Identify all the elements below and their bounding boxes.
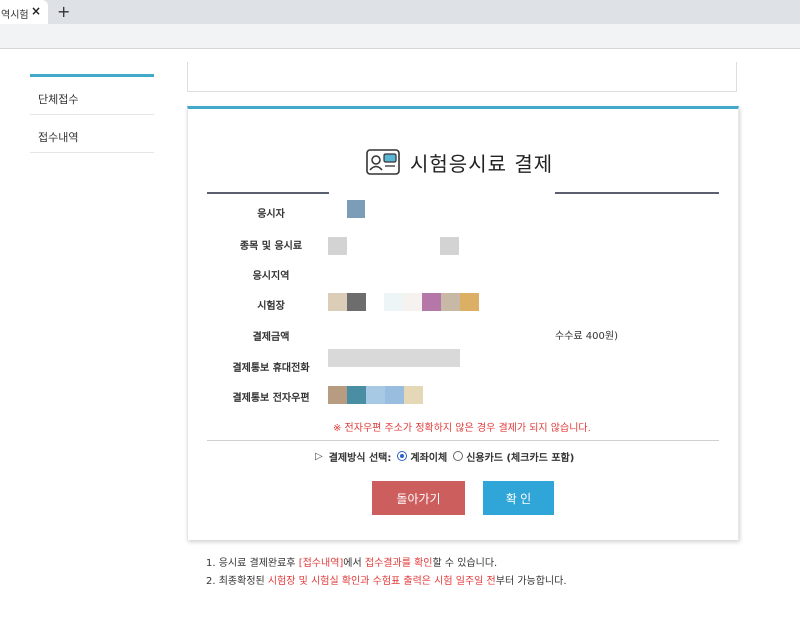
section-divider (207, 440, 719, 441)
redacted-email-1 (328, 386, 347, 404)
label-payment-amount: 결제금액 (252, 332, 290, 343)
footnote-1-text: 에서 (343, 558, 365, 569)
footnote-1-text: 1. 응시료 결제완료후 (206, 558, 299, 569)
sidebar-item-registration-history[interactable]: 접수내역 (30, 115, 154, 153)
redacted-site-5 (422, 293, 441, 311)
footnote-1: 1. 응시료 결제완료후 [접수내역]에서 접수결과를 확인할 수 있습니다. (206, 555, 567, 573)
fee-note: 수수료 400원) (555, 331, 618, 342)
label-exam-region: 응시지역 (252, 271, 290, 282)
redacted-email-5 (404, 386, 423, 404)
new-tab-icon[interactable]: + (57, 2, 70, 21)
title-rule-right (555, 192, 719, 194)
confirm-button[interactable]: 확 인 (483, 481, 554, 515)
footnotes: 1. 응시료 결제완료후 [접수내역]에서 접수결과를 확인할 수 있습니다. … (206, 555, 567, 591)
browser-tab[interactable]: 역시험 × (0, 0, 48, 24)
payment-method-label: 결제방식 선택: (328, 452, 392, 464)
payment-card: 시험응시료 결제 응시자 종목 및 응시료 응시지역 시험장 결제금액 결제통보… (187, 106, 739, 540)
payment-method-row: ▷ 결제방식 선택: 계좌이체 신용카드 (체크카드 포함) (315, 447, 574, 465)
footnote-1-text: 할 수 있습니다. (432, 558, 498, 569)
redacted-site-3 (384, 293, 403, 311)
redacted-email-4 (385, 386, 404, 404)
redacted-phone (328, 349, 460, 367)
redacted-site-1 (328, 293, 347, 311)
redacted-email-3 (366, 386, 385, 404)
redacted-subject (328, 237, 347, 255)
close-icon[interactable]: × (31, 4, 41, 18)
footnote-2-text: 2. 최종확정된 (206, 576, 268, 587)
redacted-fee (440, 237, 459, 255)
redacted-site-6 (441, 293, 460, 311)
footnote-1-link: [접수내역] (298, 558, 344, 569)
footnote-2-highlight: 시험장 및 시험실 확인과 수험표 출력은 시험 일주일 전 (267, 576, 496, 587)
browser-toolbar (0, 24, 800, 48)
tab-title: 역시험 (1, 10, 29, 21)
label-applicant: 응시자 (257, 209, 285, 220)
previous-panel (187, 62, 737, 92)
card-title-group: 시험응시료 결제 (366, 147, 553, 177)
page-title: 시험응시료 결제 (410, 151, 554, 176)
radio-credit-card-label[interactable]: 신용카드 (체크카드 포함) (466, 449, 574, 464)
toolbar-divider (0, 48, 800, 49)
redacted-site-4 (403, 293, 422, 311)
sidebar-item-label: 단체접수 (38, 93, 79, 106)
sidebar-item-label: 접수내역 (38, 131, 79, 144)
sidebar: 단체접수 접수내역 (30, 74, 154, 153)
footnote-1-highlight: 접수결과를 확인 (364, 558, 433, 569)
email-warning: ※ 전자우편 주소가 정확하지 않은 경우 결제가 되지 않습니다. (333, 423, 591, 434)
redacted-email-2 (347, 386, 366, 404)
footnote-2-text: 부터 가능합니다. (495, 576, 567, 587)
redacted-applicant (347, 200, 365, 218)
title-rule-left (207, 192, 329, 194)
triangle-right-icon: ▷ (315, 450, 323, 462)
redacted-site-2 (347, 293, 366, 311)
radio-credit-card[interactable] (453, 451, 464, 461)
radio-bank-transfer-label[interactable]: 계좌이체 (410, 449, 447, 464)
footnote-2: 2. 최종확정된 시험장 및 시험실 확인과 수험표 출력은 시험 일주일 전부… (206, 573, 567, 591)
radio-bank-transfer[interactable] (397, 451, 408, 461)
id-card-icon (366, 149, 400, 175)
browser-tab-bar: 역시험 × + (0, 0, 800, 24)
redacted-site-7 (460, 293, 479, 311)
back-button[interactable]: 돌아가기 (372, 481, 465, 515)
sidebar-item-group-registration[interactable]: 단체접수 (30, 77, 154, 115)
